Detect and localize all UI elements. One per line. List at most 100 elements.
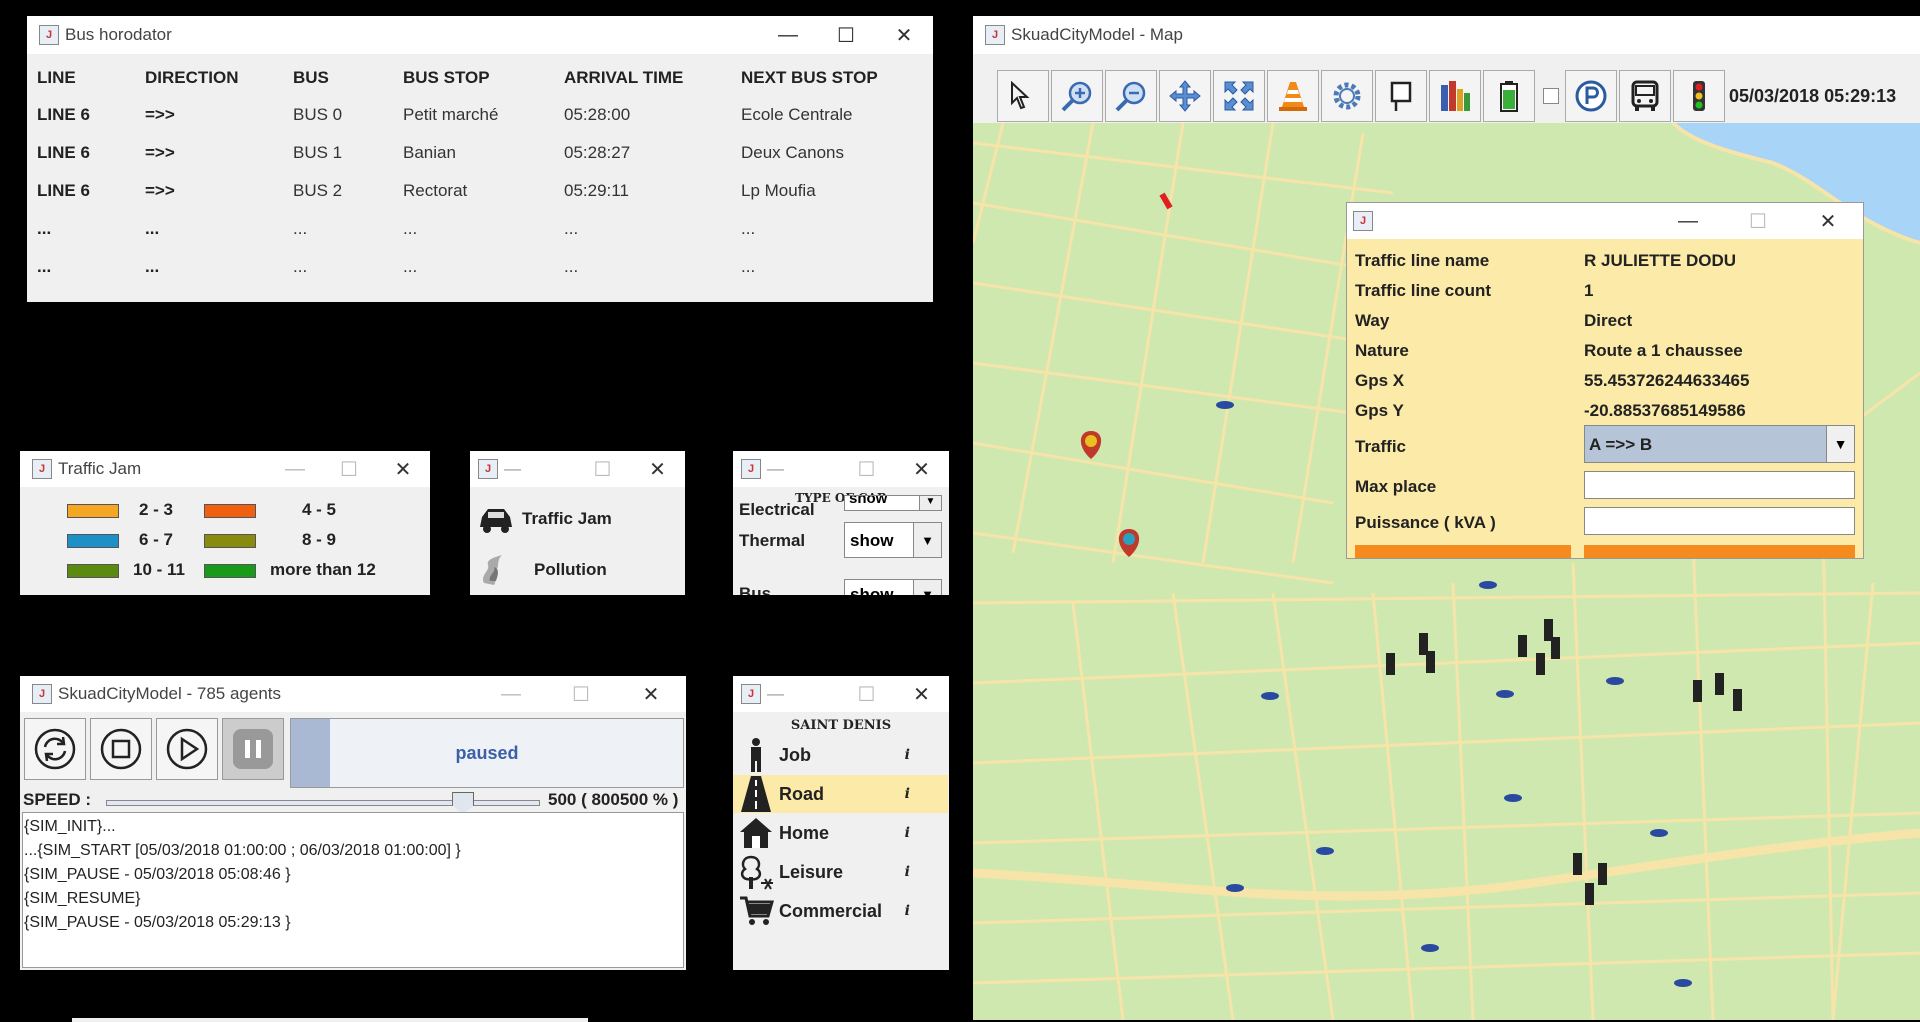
zone-item-commercial[interactable]: Commercial i [733, 892, 948, 930]
pause-icon [233, 729, 273, 769]
close-icon[interactable]: ✕ [1793, 203, 1863, 239]
info-value: -20.88537685149586 [1584, 401, 1746, 420]
minimize-icon[interactable]: — [1653, 203, 1723, 239]
info-icon[interactable]: i [905, 825, 910, 841]
cell-direction: ... [145, 219, 160, 238]
info-value: 55.453726244633465 [1584, 371, 1750, 390]
close-icon[interactable]: ✕ [894, 451, 949, 487]
java-icon: J [32, 459, 52, 479]
maximize-icon[interactable]: ☐ [817, 16, 875, 54]
layer-pollution[interactable]: Pollution [476, 553, 607, 587]
electrical-select[interactable]: show ▼ [844, 495, 942, 511]
close-icon[interactable]: ✕ [630, 451, 685, 487]
puissance-input[interactable] [1584, 507, 1855, 535]
traffic-jam-title: Traffic Jam [58, 459, 142, 478]
battery-tool[interactable] [1483, 70, 1535, 122]
pause-button[interactable] [222, 718, 284, 780]
cell-line: LINE 6 [37, 105, 90, 124]
zone-item-home[interactable]: Home i [733, 814, 948, 852]
info-value: Direct [1584, 311, 1633, 330]
maximize-icon[interactable]: ☐ [1723, 203, 1793, 239]
pointer-tool[interactable] [997, 70, 1049, 122]
type-car-titlebar[interactable]: J — ☐ ✕ [733, 451, 949, 487]
zone-titlebar[interactable]: J — ☐ ✕ [733, 676, 949, 712]
table-row[interactable]: ... ... ... ... ... ... [27, 248, 933, 286]
bus-select[interactable]: show ▼ [844, 579, 942, 595]
col-next-bus-stop: NEXT BUS STOP [741, 68, 878, 87]
zone-item-leisure[interactable]: Leisure i [733, 853, 948, 891]
close-icon[interactable]: ✕ [875, 16, 933, 54]
simulation-titlebar[interactable]: J SkuadCityModel - 785 agents — ☐ ✕ [20, 676, 686, 712]
bus-tool[interactable] [1619, 70, 1671, 122]
parking-tool[interactable] [1565, 70, 1617, 122]
cell-line: ... [37, 219, 52, 238]
speed-slider[interactable] [106, 792, 540, 814]
info-icon[interactable]: i [905, 903, 910, 919]
layers-titlebar[interactable]: J — ☐ ✕ [470, 451, 685, 487]
info-label: Gps X [1355, 371, 1405, 390]
minimize-icon[interactable]: — [268, 451, 322, 487]
zoom-in-tool[interactable] [1051, 70, 1103, 122]
cell-arrival: 05:28:00 [564, 105, 631, 124]
minimize-icon[interactable]: — [476, 676, 546, 712]
speed-label: SPEED : [23, 790, 92, 809]
bus-window-titlebar[interactable]: J Bus horodator — ☐ ✕ [27, 16, 933, 54]
layer-traffic-jam[interactable]: Traffic Jam [476, 503, 612, 535]
cell-arrival: ... [564, 257, 579, 276]
col-direction: DIRECTION [145, 68, 239, 87]
legend-item: more than 12 [204, 560, 376, 580]
maximize-icon[interactable]: ☐ [546, 676, 616, 712]
maximize-icon[interactable]: ☐ [575, 451, 630, 487]
stop-button[interactable] [90, 718, 152, 780]
table-row[interactable]: LINE 6 =>> BUS 2 Rectorat 05:29:11 Lp Mo… [27, 172, 933, 210]
table-row[interactable]: LINE 6 =>> BUS 1 Banian 05:28:27 Deux Ca… [27, 134, 933, 172]
cancel-button[interactable] [1355, 545, 1571, 558]
option-checkbox[interactable] [1543, 88, 1559, 104]
maximize-icon[interactable]: ☐ [839, 676, 894, 712]
simulation-title: SkuadCityModel - 785 agents [58, 684, 282, 703]
reset-button[interactable] [24, 718, 86, 780]
pin-tool[interactable] [1375, 70, 1427, 122]
fit-tool[interactable] [1213, 70, 1265, 122]
cone-tool[interactable] [1267, 70, 1319, 122]
log-panel[interactable]: {SIM_INIT}... ...{SIM_START [05/03/2018 … [22, 812, 684, 968]
info-icon[interactable]: i [905, 747, 910, 763]
play-button[interactable] [156, 718, 218, 780]
chevron-down-icon: ▼ [919, 496, 941, 510]
zone-item-job[interactable]: Job i [733, 736, 948, 774]
close-icon[interactable]: ✕ [616, 676, 686, 712]
info-icon[interactable]: i [905, 786, 910, 802]
parking-icon [1575, 80, 1607, 112]
thermal-select[interactable]: show ▼ [844, 522, 942, 558]
traffic-select[interactable]: A =>> B ▼ [1584, 425, 1855, 463]
minimize-icon[interactable]: — [759, 16, 817, 54]
settings-tool[interactable] [1321, 70, 1373, 122]
legend-swatch [204, 533, 256, 548]
cell-direction: =>> [145, 143, 175, 162]
close-icon[interactable]: ✕ [376, 451, 430, 487]
cell-bus-stop: Banian [403, 143, 456, 162]
zone-item-road[interactable]: Road i [733, 775, 948, 813]
chevron-down-icon: ▼ [913, 580, 941, 595]
map-titlebar[interactable]: J SkuadCityModel - Map [973, 16, 1920, 54]
pan-tool[interactable] [1159, 70, 1211, 122]
simulation-window: J SkuadCityModel - 785 agents — ☐ ✕ paus… [20, 676, 686, 970]
car-type-label: Thermal [739, 531, 806, 550]
cart-icon [740, 896, 774, 925]
table-row[interactable]: ... ... ... ... ... ... [27, 210, 933, 248]
maximize-icon[interactable]: ☐ [322, 451, 376, 487]
slider-thumb[interactable] [452, 792, 475, 814]
apply-button[interactable] [1584, 545, 1855, 558]
info-titlebar[interactable]: J — ☐ ✕ [1347, 203, 1863, 239]
maximize-icon[interactable]: ☐ [839, 451, 894, 487]
traffic-light-tool[interactable] [1673, 70, 1725, 122]
zoom-out-icon [1115, 81, 1146, 112]
close-icon[interactable]: ✕ [894, 676, 949, 712]
info-icon[interactable]: i [905, 864, 910, 880]
table-row[interactable]: LINE 6 =>> BUS 0 Petit marché 05:28:00 E… [27, 96, 933, 134]
zoom-out-tool[interactable] [1105, 70, 1157, 122]
buildings-tool[interactable] [1429, 70, 1481, 122]
layers-window: J — ☐ ✕ Traffic Jam Pollution [470, 451, 685, 595]
traffic-jam-titlebar[interactable]: J Traffic Jam — ☐ ✕ [20, 451, 430, 487]
max-place-input[interactable] [1584, 471, 1855, 499]
